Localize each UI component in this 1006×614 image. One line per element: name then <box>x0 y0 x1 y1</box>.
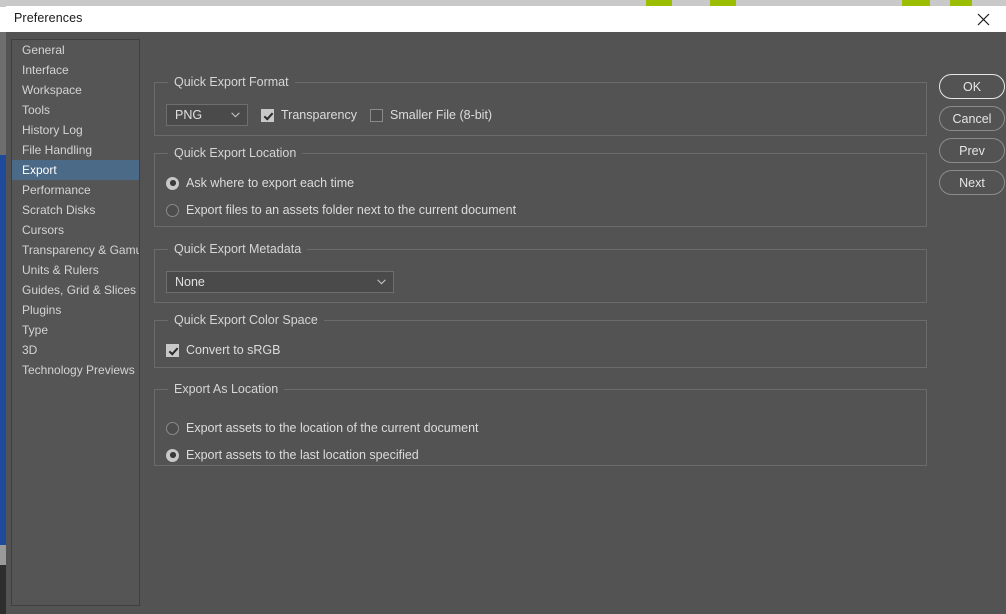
group-legend-quick-export-format: Quick Export Format <box>168 74 295 90</box>
convert-to-srgb-row[interactable]: Convert to sRGB <box>166 343 280 357</box>
sidebar-item-label: Export <box>22 163 57 177</box>
radio-export-to-last-location-indicator[interactable] <box>166 448 179 462</box>
group-content: Ask where to export each time Export fil… <box>154 153 927 227</box>
button-label: Next <box>959 175 985 190</box>
group-legend-export-as-location: Export As Location <box>168 381 285 397</box>
sidebar-item-label: 3D <box>22 343 38 357</box>
smaller-file-checkbox-row[interactable]: Smaller File (8-bit) <box>370 108 492 122</box>
sidebar-item-label: Performance <box>22 183 91 197</box>
quick-export-format-select-value: PNG <box>175 108 203 122</box>
button-label: Cancel <box>952 111 992 126</box>
preferences-category-list[interactable]: General Interface Workspace Tools History Lo… <box>11 39 140 606</box>
sidebar-item-general[interactable]: General <box>12 40 139 60</box>
sidebar-item-label: History Log <box>22 123 83 137</box>
sidebar-item-label: Transparency & Gamut <box>22 243 140 257</box>
preferences-window: Preferences General Interface Workspace Too… <box>0 0 1006 614</box>
group-content: Export assets to the location of the cur… <box>154 389 927 466</box>
transparency-label: Transparency <box>281 108 357 122</box>
radio-export-to-current-document-location-indicator[interactable] <box>166 421 179 435</box>
sidebar-item-file-handling[interactable]: File Handling <box>12 140 139 160</box>
sidebar-item-technology-previews[interactable]: Technology Previews <box>12 360 139 380</box>
group-quick-export-location: Quick Export Location Ask where to expor… <box>154 145 927 227</box>
sidebar-item-plugins[interactable]: Plugins <box>12 300 139 320</box>
sidebar-item-history-log[interactable]: History Log <box>12 120 139 140</box>
sidebar-item-3d[interactable]: 3D <box>12 340 139 360</box>
smaller-file-label: Smaller File (8-bit) <box>390 108 493 122</box>
next-button[interactable]: Next <box>939 170 1005 195</box>
sidebar-item-label: Plugins <box>22 303 62 317</box>
radio-export-to-assets-folder-indicator[interactable] <box>166 203 179 217</box>
quick-export-metadata-select[interactable]: None <box>166 271 394 293</box>
sidebar-item-label: Tools <box>22 103 51 117</box>
group-quick-export-format: Quick Export Format PNG Transparency Sma… <box>154 74 927 136</box>
close-button[interactable] <box>960 6 1006 32</box>
group-legend-quick-export-metadata: Quick Export Metadata <box>168 241 308 257</box>
quick-export-metadata-select-value: None <box>175 275 205 289</box>
radio-ask-where-to-export-label: Ask where to export each time <box>186 176 355 190</box>
quick-export-format-select[interactable]: PNG <box>166 104 248 126</box>
sidebar-item-type[interactable]: Type <box>12 320 139 340</box>
sidebar-item-export[interactable]: Export <box>12 160 139 180</box>
close-icon <box>977 13 990 26</box>
sidebar-item-tools[interactable]: Tools <box>12 100 139 120</box>
radio-export-to-current-document-location[interactable]: Export assets to the location of the cur… <box>166 421 479 435</box>
sidebar-item-performance[interactable]: Performance <box>12 180 139 200</box>
cancel-button[interactable]: Cancel <box>939 106 1005 131</box>
sidebar-item-label: Units & Rulers <box>22 263 99 277</box>
chevron-down-icon <box>377 272 386 292</box>
sidebar-item-label: Interface <box>22 63 69 77</box>
radio-export-to-assets-folder[interactable]: Export files to an assets folder next to… <box>166 203 516 217</box>
radio-export-to-last-location[interactable]: Export assets to the last location speci… <box>166 448 419 462</box>
preferences-main-panel: Quick Export Format PNG Transparency Sma… <box>146 32 936 614</box>
dialog-body: General Interface Workspace Tools History Lo… <box>6 32 1006 614</box>
sidebar-item-transparency-gamut[interactable]: Transparency & Gamut <box>12 240 139 260</box>
radio-ask-where-to-export[interactable]: Ask where to export each time <box>166 176 354 190</box>
window-title: Preferences <box>14 11 83 25</box>
button-label: OK <box>962 79 982 94</box>
convert-to-srgb-checkbox[interactable] <box>166 343 179 357</box>
radio-export-to-assets-folder-label: Export files to an assets folder next to… <box>186 203 517 217</box>
sidebar-item-cursors[interactable]: Cursors <box>12 220 139 240</box>
radio-ask-where-to-export-indicator[interactable] <box>166 176 179 190</box>
group-content: PNG Transparency Smaller File (8-bit) <box>154 82 927 136</box>
transparency-checkbox-row[interactable]: Transparency <box>261 108 357 122</box>
sidebar-item-label: Scratch Disks <box>22 203 96 217</box>
chevron-down-icon <box>231 105 240 125</box>
sidebar-item-label: Type <box>22 323 49 337</box>
sidebar-item-guides-grid-slices[interactable]: Guides, Grid & Slices <box>12 280 139 300</box>
convert-to-srgb-label: Convert to sRGB <box>186 343 281 357</box>
group-export-as-location: Export As Location Export assets to the … <box>154 381 927 466</box>
sidebar-item-interface[interactable]: Interface <box>12 60 139 80</box>
group-content: None <box>154 249 927 303</box>
radio-export-to-last-location-label: Export assets to the last location speci… <box>186 448 419 462</box>
group-legend-quick-export-location: Quick Export Location <box>168 145 303 161</box>
sidebar-item-workspace[interactable]: Workspace <box>12 80 139 100</box>
smaller-file-checkbox[interactable] <box>370 108 383 122</box>
sidebar-item-label: Guides, Grid & Slices <box>22 283 137 297</box>
sidebar-item-label: File Handling <box>22 143 93 157</box>
window-titlebar: Preferences <box>6 6 1006 33</box>
button-label: Prev <box>959 143 985 158</box>
sidebar-item-label: Cursors <box>22 223 65 237</box>
prev-button[interactable]: Prev <box>939 138 1005 163</box>
group-legend-quick-export-color-space: Quick Export Color Space <box>168 312 324 328</box>
sidebar-item-label: Workspace <box>22 83 82 97</box>
ok-button[interactable]: OK <box>939 74 1005 99</box>
dialog-button-column: OK Cancel Prev Next <box>939 74 1005 202</box>
group-quick-export-color-space: Quick Export Color Space Convert to sRGB <box>154 312 927 368</box>
radio-export-to-current-document-location-label: Export assets to the location of the cur… <box>186 421 479 435</box>
sidebar-item-label: General <box>22 43 65 57</box>
sidebar-item-scratch-disks[interactable]: Scratch Disks <box>12 200 139 220</box>
sidebar-item-label: Technology Previews <box>22 363 135 377</box>
group-quick-export-metadata: Quick Export Metadata None <box>154 241 927 303</box>
transparency-checkbox[interactable] <box>261 108 274 122</box>
sidebar-item-units-rulers[interactable]: Units & Rulers <box>12 260 139 280</box>
